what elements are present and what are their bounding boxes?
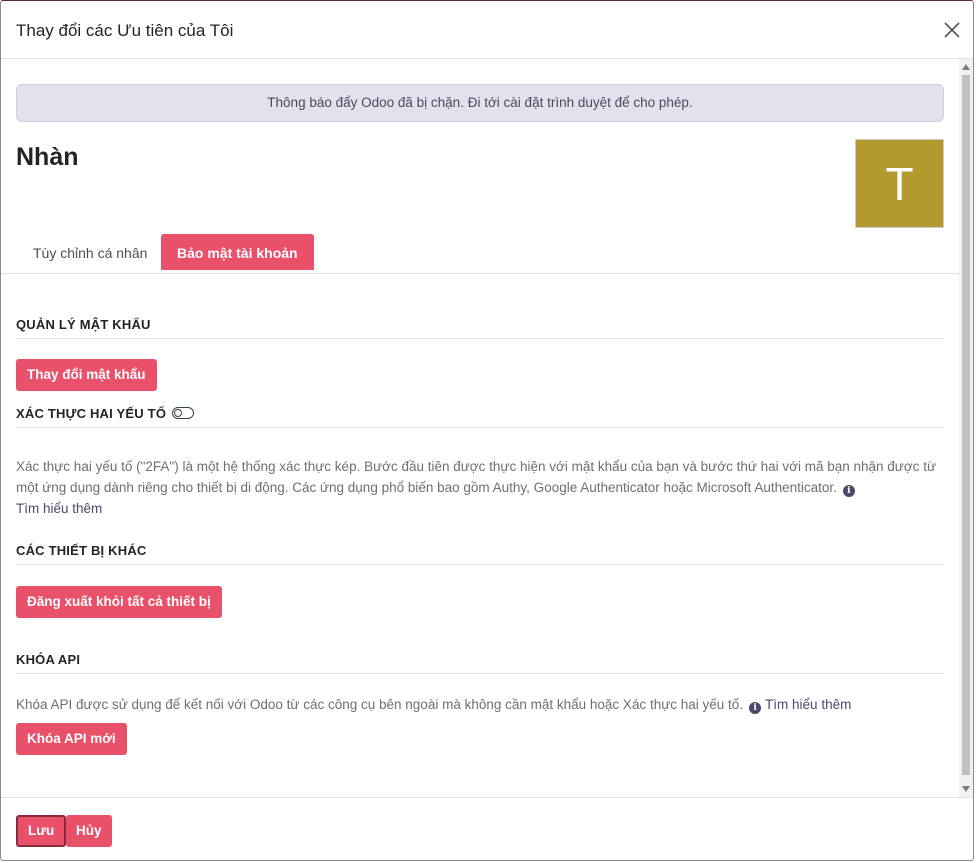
dialog-header: Thay đổi các Ưu tiên của Tôi xyxy=(1,1,973,59)
tab-account-security[interactable]: Bảo mật tài khoản xyxy=(161,234,314,270)
scrollbar[interactable] xyxy=(959,59,973,797)
twofa-description: Xác thực hai yếu tố ("2FA") là một hệ th… xyxy=(16,456,941,519)
api-section-title: KHÓA API xyxy=(16,652,944,674)
password-section-title: QUẢN LÝ MẬT KHẨU xyxy=(16,317,944,339)
new-api-key-button[interactable]: Khóa API mới xyxy=(16,723,127,755)
push-blocked-alert: Thông báo đẩy Odoo đã bị chặn. Đi tới cà… xyxy=(16,84,944,122)
info-icon: i xyxy=(842,485,855,497)
dialog-title: Thay đổi các Ưu tiên của Tôi xyxy=(16,21,234,40)
save-button[interactable]: Lưu xyxy=(16,815,67,847)
tab-personal-preferences[interactable]: Tùy chỉnh cá nhân xyxy=(17,234,163,270)
scroll-down-arrow-icon[interactable] xyxy=(962,786,970,792)
tab-bar: Tùy chỉnh cá nhân Bảo mật tài khoản xyxy=(1,234,959,274)
twofa-learn-more-link[interactable]: Tìm hiểu thêm xyxy=(16,501,102,516)
info-icon: i xyxy=(749,702,762,714)
scroll-thumb[interactable] xyxy=(962,75,970,775)
close-icon[interactable] xyxy=(941,19,963,41)
api-learn-more-link[interactable]: Tìm hiểu thêm xyxy=(765,697,851,712)
logout-all-devices-button[interactable]: Đăng xuất khỏi tất cả thiết bị xyxy=(16,586,222,618)
api-description-text: Khóa API được sử dụng để kết nối với Odo… xyxy=(16,697,744,712)
avatar[interactable]: T xyxy=(855,139,944,228)
twofa-description-text: Xác thực hai yếu tố ("2FA") là một hệ th… xyxy=(16,459,936,495)
preferences-dialog: Thay đổi các Ưu tiên của Tôi Thông báo đ… xyxy=(0,0,974,861)
change-password-button[interactable]: Thay đổi mật khẩu xyxy=(16,359,157,391)
twofa-toggle[interactable] xyxy=(172,407,194,419)
devices-section-title: CÁC THIẾT BỊ KHÁC xyxy=(16,543,944,565)
dialog-footer: Lưu Hủy xyxy=(1,797,973,860)
user-name: Nhàn xyxy=(16,143,79,171)
api-description: Khóa API được sử dụng để kết nối với Odo… xyxy=(16,694,941,715)
scroll-up-arrow-icon[interactable] xyxy=(962,64,970,70)
cancel-button[interactable]: Hủy xyxy=(66,815,112,847)
toggle-knob xyxy=(174,408,182,417)
twofa-section-title: XÁC THỰC HAI YẾU TỐ xyxy=(16,406,944,428)
dialog-body: Thông báo đẩy Odoo đã bị chặn. Đi tới cà… xyxy=(1,59,959,797)
